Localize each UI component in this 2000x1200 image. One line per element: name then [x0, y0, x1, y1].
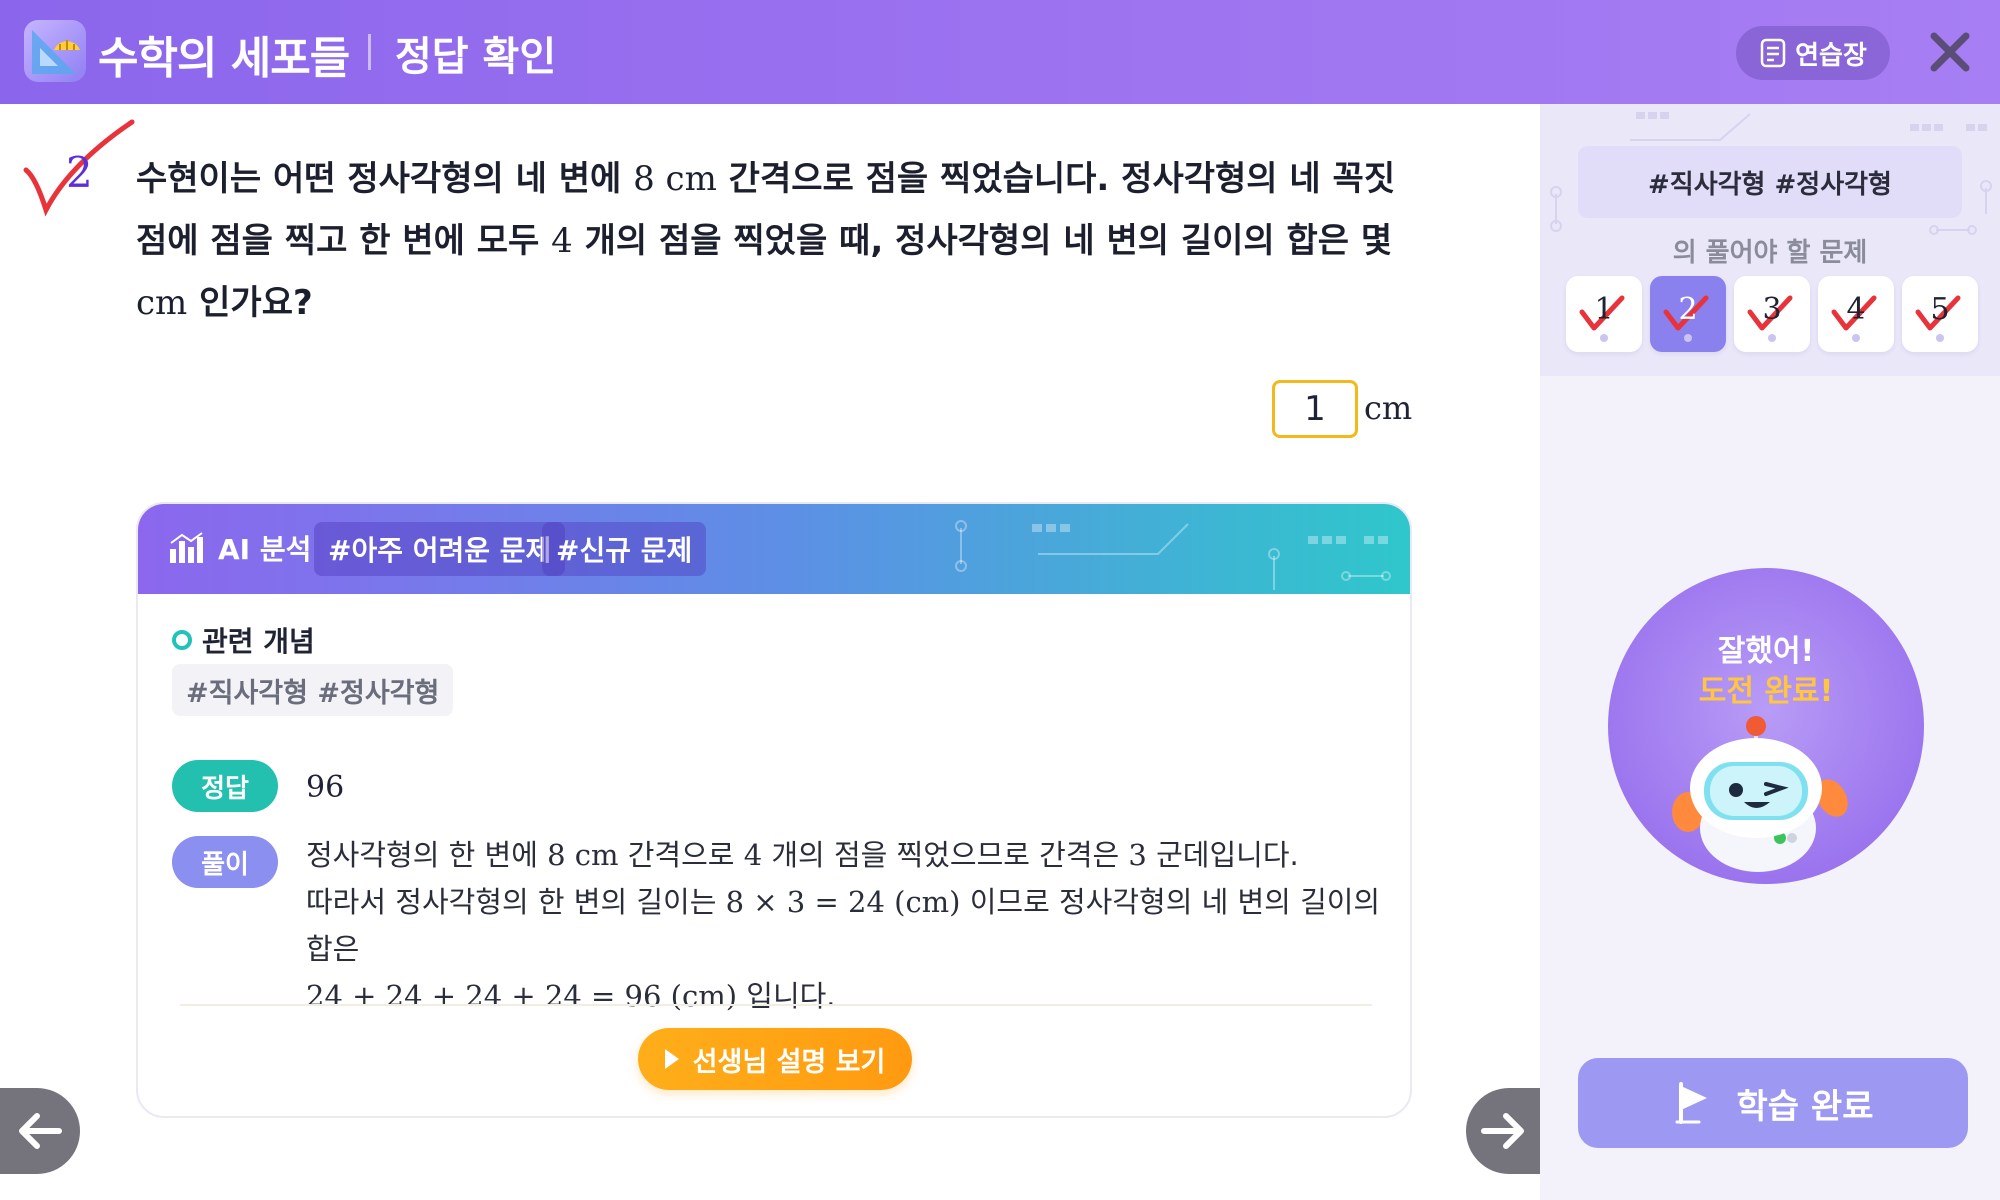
answer-unit: cm [1364, 389, 1413, 427]
solution-part: 따라서 정사각형의 한 변의 길이는 [306, 885, 726, 919]
problem-button-4[interactable]: 4 [1818, 276, 1894, 352]
question-math: cm [136, 283, 188, 323]
close-button[interactable] [1924, 26, 1976, 78]
ai-tag-difficulty: #아주 어려운 문제 [314, 522, 566, 576]
celebration-message: 잘했어! 도전 완료! [1606, 632, 1926, 712]
mascot-celebration: 잘했어! 도전 완료! [1606, 566, 1926, 928]
solution-part: 간격으로 [618, 838, 744, 872]
ai-tag-new: #신규 문제 [542, 522, 707, 576]
app-title: 수학의 세포들 [98, 33, 350, 84]
sidebar: #직사각형 #정사각형 의 풀어야 할 문제 1 2 3 4 5 잘했어! 도전… [1540, 104, 2000, 1200]
solution-part: 군데입니다. [1146, 838, 1299, 872]
finish-label: 학습 완료 [1736, 1086, 1874, 1127]
solution-part: 입니다. [737, 979, 836, 1013]
page-title: 정답 확인 [395, 34, 557, 80]
flag-icon [1675, 1082, 1707, 1124]
question-text-part: 인가요? [187, 283, 313, 323]
ruler-triangle-icon [24, 20, 86, 82]
topic-tag: #직사각형 #정사각형 [1578, 146, 1962, 218]
solution-math: (cm) [661, 979, 738, 1013]
arrow-left-icon [19, 1113, 62, 1149]
solution-part: 정사각형의 한 변에 [306, 838, 548, 872]
practice-button[interactable]: 연습장 [1736, 26, 1890, 80]
question-text-part: 수현이는 어떤 정사각형의 네 변에 [136, 159, 634, 199]
answer-input[interactable]: 1 [1272, 380, 1358, 438]
notepad-icon [1760, 38, 1786, 68]
solution-math: (cm) [884, 885, 961, 919]
concept-title-text: 관련 개념 [202, 625, 315, 658]
problem-number: 4 [1846, 292, 1866, 327]
solution-math: 3 [1128, 838, 1147, 872]
problem-button-1[interactable]: 1 [1566, 276, 1642, 352]
solution-math: 4 [743, 838, 763, 872]
solution-math: 8 × 3 = 24 [725, 885, 885, 919]
todo-label: 의 풀어야 할 문제 [1672, 238, 1868, 268]
solution-line: 정사각형의 한 변에 8 cm 간격으로 4 개의 점을 찍었으므로 간격은 3… [306, 832, 1386, 879]
ai-analysis-panel: AI 분석 #아주 어려운 문제 #신규 문제 관련 개념 #직사각형 #정사각… [136, 502, 1412, 1118]
solution-math: 8 cm [547, 838, 619, 872]
question-math: 4 [551, 221, 573, 261]
solution-badge: 풀이 [172, 836, 278, 888]
celebration-line-1: 잘했어! [1717, 634, 1815, 669]
problem-number: 5 [1930, 292, 1950, 327]
status-dot [1768, 334, 1776, 342]
celebration-line-2: 도전 완료! [1698, 674, 1834, 709]
status-dot [1852, 334, 1860, 342]
solution-part: 개의 점을 찍었으므로 간격은 [762, 838, 1129, 872]
problem-number: 3 [1762, 292, 1782, 327]
solution-text: 정사각형의 한 변에 8 cm 간격으로 4 개의 점을 찍었으므로 간격은 3… [306, 832, 1386, 1020]
previous-button[interactable] [0, 1088, 80, 1174]
problem-button-5[interactable]: 5 [1902, 276, 1978, 352]
status-dot [1936, 334, 1944, 342]
bar-chart-icon [170, 532, 203, 563]
problem-button-2[interactable]: 2 [1650, 276, 1726, 352]
problem-button-3[interactable]: 3 [1734, 276, 1810, 352]
status-dot [1600, 334, 1608, 342]
solution-line: 따라서 정사각형의 한 변의 길이는 8 × 3 = 24 (cm) 이므로 정… [306, 879, 1386, 973]
solution-line: 24 + 24 + 24 + 24 = 96 (cm) 입니다. [306, 973, 1386, 1020]
header-bar: 수학의 세포들 정답 확인 연습장 [0, 0, 2000, 104]
title-divider [368, 34, 371, 70]
sidebar-problem-section: #직사각형 #정사각형 의 풀어야 할 문제 1 2 3 4 5 [1540, 104, 2000, 376]
correct-answer: 96 [306, 770, 345, 805]
teacher-button-label: 선생님 설명 보기 [692, 1046, 886, 1078]
close-icon [1930, 32, 1970, 72]
answer-badge: 정답 [172, 760, 278, 812]
ai-title-text: AI 분석 [218, 533, 312, 566]
play-icon [664, 1049, 679, 1069]
teacher-explanation-button[interactable]: 선생님 설명 보기 [638, 1028, 912, 1090]
practice-label: 연습장 [1795, 40, 1867, 71]
finish-learning-button[interactable]: 학습 완료 [1578, 1058, 1968, 1148]
question-number: 2 [66, 148, 93, 197]
concept-title: 관련 개념 [172, 620, 315, 660]
circle-bullet-icon [172, 630, 192, 650]
ai-title: AI 분석 [168, 528, 311, 568]
problem-number: 1 [1594, 292, 1614, 327]
question-text: 수현이는 어떤 정사각형의 네 변에 8 cm 간격으로 점을 찍었습니다. 정… [136, 148, 1416, 334]
problem-number: 2 [1678, 292, 1698, 327]
question-math: 8 cm [633, 159, 717, 199]
question-text-part: 개의 점을 찍었을 때, 정사각형의 네 변의 길이의 합은 몇 [572, 221, 1393, 261]
ai-panel-header: AI 분석 #아주 어려운 문제 #신규 문제 [138, 504, 1410, 594]
arrow-right-icon [1481, 1113, 1524, 1149]
status-dot [1684, 334, 1692, 342]
concept-tag: #직사각형 #정사각형 [172, 664, 454, 716]
robot-mascot-icon [1608, 568, 1924, 928]
solution-math: 24 + 24 + 24 + 24 = 96 [306, 979, 662, 1013]
panel-divider [180, 1004, 1372, 1006]
next-button[interactable] [1466, 1088, 1540, 1174]
